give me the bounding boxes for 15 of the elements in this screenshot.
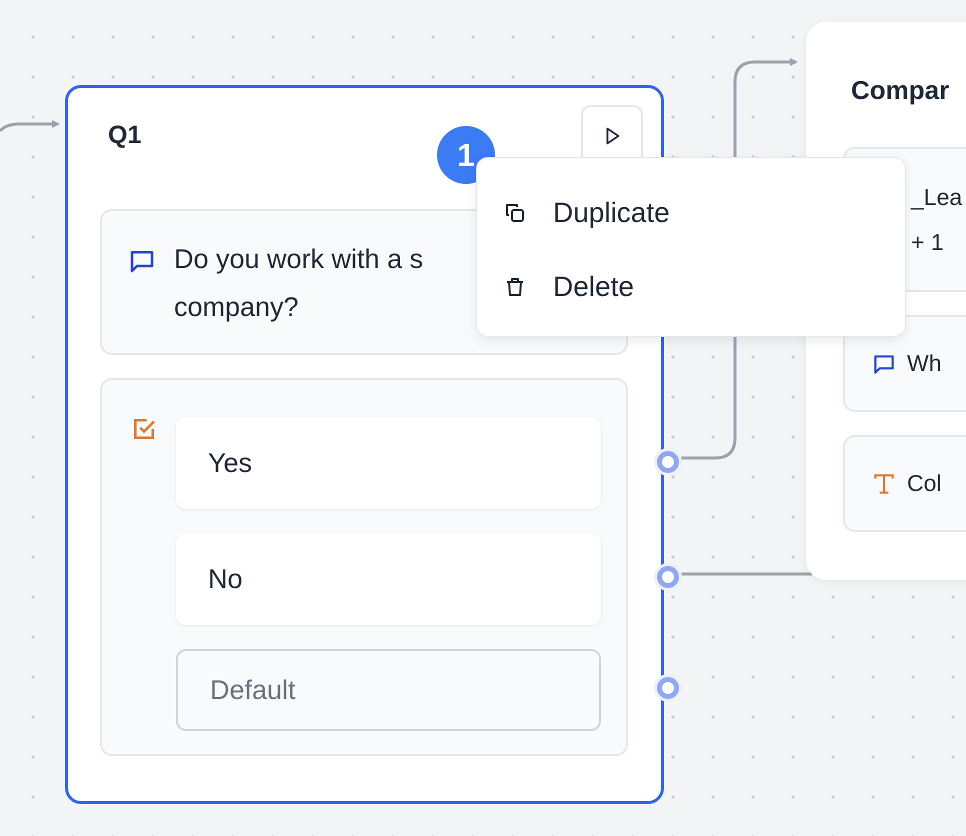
node-title: Q1 [108,121,142,150]
connection-handle[interactable] [657,566,679,588]
connection-handle[interactable] [657,677,679,699]
node-title: Compar [850,74,950,107]
choice-item[interactable]: Yes [176,417,601,509]
block-text: Col [907,469,942,498]
question-text: Do you work with a s company? [174,243,424,324]
choice-item[interactable]: No [176,533,601,625]
duplicate-icon [503,201,527,225]
block-text: Wh [907,349,942,378]
connection-handle[interactable] [657,451,679,473]
connector-arrow [0,120,60,132]
block-text: _Lea + 1 [911,182,962,256]
default-choice[interactable]: Default [176,649,601,731]
node-block[interactable]: Col [843,435,966,532]
